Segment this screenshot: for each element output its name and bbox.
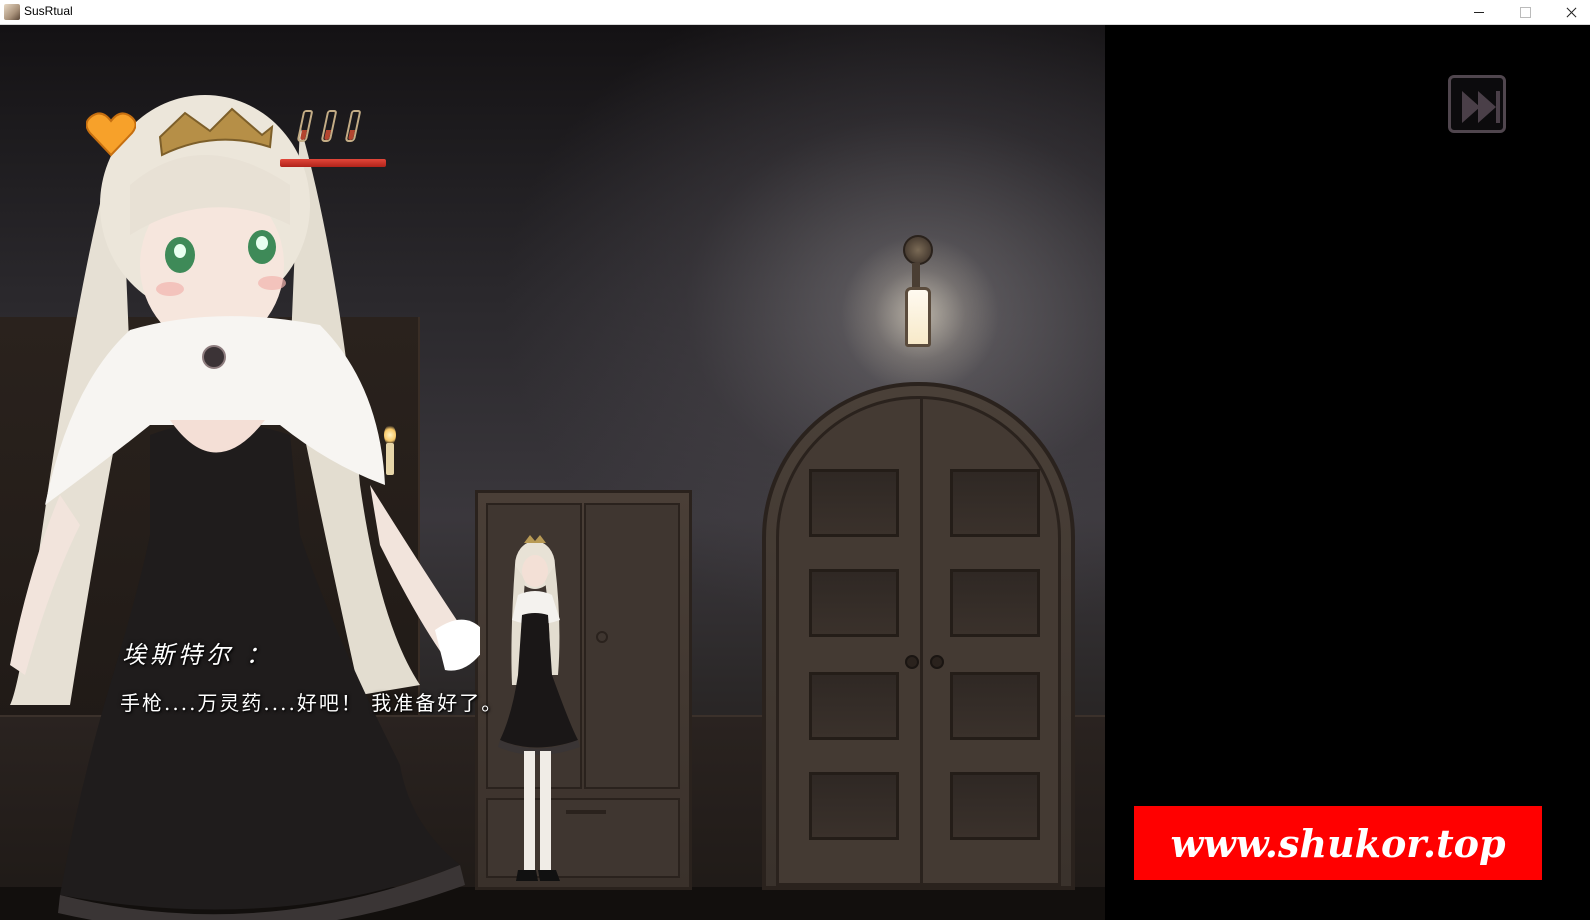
door-panel	[809, 569, 899, 637]
door-knob	[930, 655, 944, 669]
window-titlebar: SusRtual	[0, 0, 1590, 25]
app-icon	[4, 4, 20, 20]
wall-lamp-mount	[903, 235, 933, 265]
watermark-text: www.shukor.top	[1170, 820, 1506, 866]
game-scene	[0, 25, 1105, 920]
window-title: SusRtual	[24, 4, 73, 18]
skip-button[interactable]	[1448, 75, 1506, 133]
door-panel	[950, 469, 1040, 537]
door-panel	[809, 772, 899, 840]
dialogue-text: 手枪....万灵药....好吧！ 我准备好了。	[120, 691, 504, 715]
door-panel	[950, 569, 1040, 637]
minimize-button[interactable]	[1456, 0, 1502, 25]
dialogue-box[interactable]: 埃斯特尔 ： 手枪....万灵药....好吧！ 我准备好了。	[110, 635, 810, 755]
potion-vial-icon	[298, 110, 308, 146]
close-button[interactable]	[1548, 0, 1590, 25]
door-panel	[809, 469, 899, 537]
character-portrait	[10, 95, 480, 920]
door-panel	[950, 772, 1040, 840]
potion-vial-icon	[346, 110, 356, 146]
fast-forward-icon	[1462, 91, 1500, 123]
door-panel	[809, 672, 899, 740]
hp-bar-fill	[280, 159, 386, 167]
maximize-button[interactable]	[1502, 0, 1548, 25]
door-knob	[905, 655, 919, 669]
speaker-name: 埃斯特尔 ：	[122, 641, 274, 669]
heart-icon	[86, 112, 136, 157]
door-frame	[776, 396, 1061, 889]
wall-lamp	[905, 287, 931, 347]
hp-bar	[280, 159, 386, 167]
game-viewport[interactable]: 埃斯特尔 ： 手枪....万灵药....好吧！ 我准备好了。 www.shuko…	[0, 25, 1590, 920]
watermark-banner: www.shukor.top	[1134, 806, 1542, 880]
door-panel	[950, 672, 1040, 740]
door-split	[920, 399, 923, 889]
potion-vial-icon	[322, 110, 332, 146]
